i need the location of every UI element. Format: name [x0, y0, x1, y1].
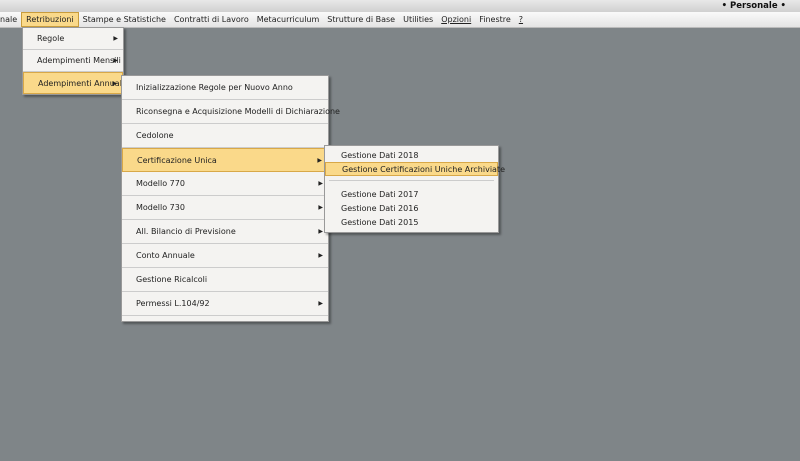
menu-item-label: Adempimenti Mensili [37, 56, 121, 65]
menu-item-gestione-dati-2015[interactable]: Gestione Dati 2015 [325, 215, 498, 229]
menu-item-label: Gestione Dati 2015 [341, 217, 419, 227]
menu-separator [329, 180, 494, 187]
menu-item-label: Modello 730 [136, 203, 185, 212]
title-bar: • Personale • [0, 0, 800, 12]
menu-item-label: Riconsegna e Acquisizione Modelli di Dic… [136, 107, 340, 116]
submenu-arrow-icon: ▶ [113, 35, 118, 42]
menu-bar: nale Retribuzioni Stampe e Statistiche C… [0, 12, 800, 28]
menu-utilities[interactable]: Utilities [399, 12, 437, 27]
menu-metacurriculum[interactable]: Metacurriculum [253, 12, 324, 27]
menu-item-label: Regole [37, 34, 65, 43]
menu-stampe-statistiche[interactable]: Stampe e Statistiche [79, 12, 170, 27]
menu-item-label: Gestione Dati 2016 [341, 203, 419, 213]
menu-item-modello-730[interactable]: Modello 730 ▶ [122, 196, 328, 220]
menu-item-label: Cedolone [136, 131, 174, 140]
menu-item-gestione-dati-2018[interactable]: Gestione Dati 2018 [325, 148, 498, 162]
menu-item-certificazioni-archiviate[interactable]: Gestione Certificazioni Uniche Archiviat… [325, 162, 505, 176]
menu-item-certificazione-unica[interactable]: Certificazione Unica ▶ [122, 148, 328, 172]
menu-strutture-base[interactable]: Strutture di Base [323, 12, 399, 27]
submenu-arrow-icon: ▶ [113, 57, 118, 64]
menu-item-label: Gestione Ricalcoli [136, 275, 208, 284]
menu-item-label: All. Bilancio di Previsione [136, 227, 236, 236]
menu-item-gestione-ricalcoli[interactable]: Gestione Ricalcoli [122, 268, 328, 292]
menu-personale[interactable]: nale [0, 12, 21, 27]
submenu-arrow-icon: ▶ [318, 300, 323, 307]
certificazione-unica-submenu: Gestione Dati 2018 Gestione Certificazio… [324, 145, 505, 233]
menu-contratti-lavoro[interactable]: Contratti di Lavoro [170, 12, 253, 27]
menu-item-regole[interactable]: Regole ▶ [23, 28, 123, 50]
menu-item-gestione-dati-2017[interactable]: Gestione Dati 2017 [325, 187, 498, 201]
menu-item-permessi-104[interactable]: Permessi L.104/92 ▶ [122, 292, 328, 316]
retribuzioni-dropdown: Regole ▶ Adempimenti Mensili ▶ Adempimenti… [22, 27, 124, 95]
menu-item-label: Certificazione Unica [137, 155, 217, 165]
menu-item-conto-annuale[interactable]: Conto Annuale ▶ [122, 244, 328, 268]
menu-item-modello-770[interactable]: Modello 770 ▶ [122, 172, 328, 196]
menu-finestre[interactable]: Finestre [475, 12, 515, 27]
menu-item-bilancio-previsione[interactable]: All. Bilancio di Previsione ▶ [122, 220, 328, 244]
menu-item-inizializzazione-regole[interactable]: Inizializzazione Regole per Nuovo Anno [122, 76, 328, 100]
menu-item-label: Gestione Dati 2018 [341, 150, 419, 160]
menu-item-gestione-dati-2016[interactable]: Gestione Dati 2016 [325, 201, 498, 215]
menu-item-adempimenti-annuali[interactable]: Adempimenti Annuali ▶ [23, 72, 125, 94]
submenu-arrow-icon: ▶ [317, 156, 322, 164]
menu-item-label: Gestione Certificazioni Uniche Archiviat… [342, 164, 506, 174]
menu-item-cedolone[interactable]: Cedolone [122, 124, 328, 148]
menu-item-label: Gestione Dati 2017 [341, 189, 419, 199]
menu-item-riconsegna-modelli[interactable]: Riconsegna e Acquisizione Modelli di Dic… [122, 100, 340, 124]
menu-item-label: Permessi L.104/92 [136, 299, 210, 308]
submenu-arrow-icon: ▶ [318, 180, 323, 187]
menu-item-label: Adempimenti Annuali [38, 78, 125, 88]
submenu-arrow-icon: ▶ [318, 228, 323, 235]
menu-item-adempimenti-mensili[interactable]: Adempimenti Mensili ▶ [23, 50, 123, 72]
adempimenti-annuali-submenu: Inizializzazione Regole per Nuovo Anno R… [121, 75, 340, 322]
menu-item-label: Modello 770 [136, 179, 185, 188]
menu-help[interactable]: ? [515, 12, 527, 27]
submenu-arrow-icon: ▶ [318, 252, 323, 259]
menu-item-label: Inizializzazione Regole per Nuovo Anno [136, 83, 293, 92]
submenu-arrow-icon: ▶ [318, 204, 323, 211]
submenu-arrow-icon: ▶ [112, 79, 117, 87]
menu-opzioni[interactable]: Opzioni [437, 12, 475, 27]
window-title: • Personale • [721, 1, 786, 11]
menu-retribuzioni[interactable]: Retribuzioni [21, 12, 79, 27]
menu-item-label: Conto Annuale [136, 251, 195, 260]
